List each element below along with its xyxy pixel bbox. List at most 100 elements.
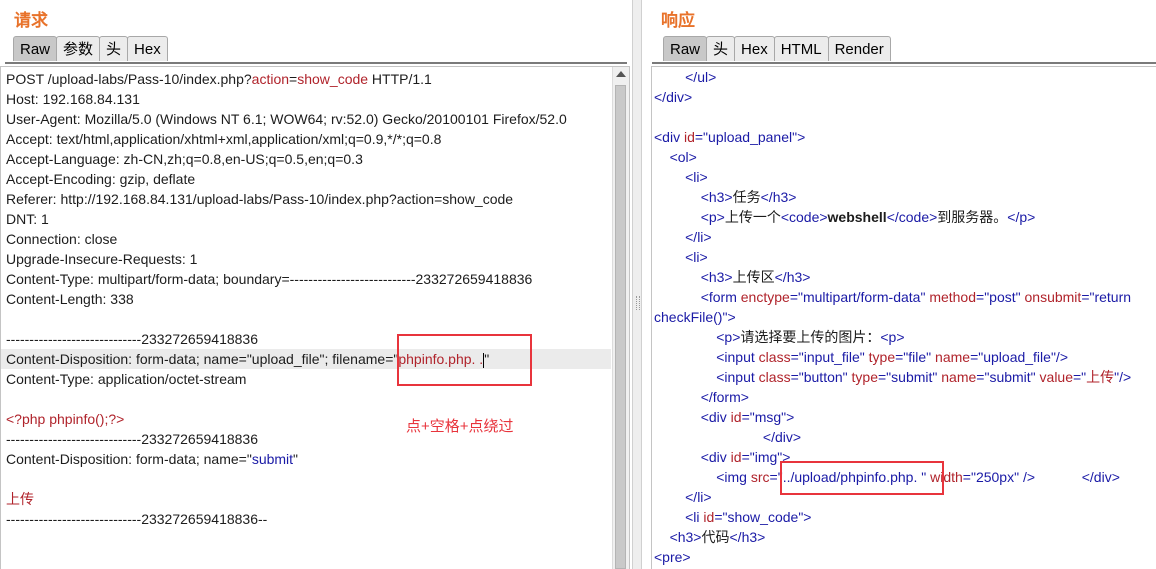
tab-response-4[interactable]: Render: [827, 36, 891, 61]
response-line: <li>: [654, 247, 1156, 267]
response-line: <div id="upload_panel">: [654, 127, 1156, 147]
response-line: </ul>: [654, 67, 1156, 87]
response-line: <p>上传一个<code>webshell</code>到服务器。</p>: [654, 207, 1156, 227]
response-line-segment: 请选择要上传的图片：: [740, 329, 881, 345]
response-line-segment: name: [935, 349, 971, 365]
tab-request-1[interactable]: 参数: [56, 36, 101, 61]
response-line: <h3>代码</h3>: [654, 527, 1156, 547]
request-line: User-Agent: Mozilla/5.0 (Windows NT 6.1;…: [6, 109, 611, 129]
request-line-segment: POST /upload-labs/Pass-10/index.php?: [6, 71, 252, 87]
request-line-segment: Connection: close: [6, 231, 118, 247]
request-line: Connection: close: [6, 229, 611, 249]
response-line: <ol>: [654, 147, 1156, 167]
response-line-segment: <form: [700, 289, 741, 305]
response-line-segment: id: [730, 409, 742, 425]
response-line-segment: msg: [754, 409, 782, 425]
tab-response-3[interactable]: HTML: [773, 36, 829, 61]
scroll-up-arrow-icon[interactable]: [616, 71, 626, 77]
request-line-segment: Content-Length: 338: [6, 291, 134, 307]
response-line-segment: onsubmit: [1024, 289, 1082, 305]
request-scrollbar[interactable]: [612, 67, 629, 569]
response-line-segment: <img: [716, 469, 751, 485]
request-line: POST /upload-labs/Pass-10/index.php?acti…: [6, 69, 611, 89]
response-line-segment: </li>: [685, 229, 712, 245]
response-line-segment: </p>: [1007, 209, 1036, 225]
response-line: checkFile()">: [654, 307, 1156, 327]
request-line-segment: =: [289, 71, 298, 87]
response-line-segment: <p>: [700, 209, 725, 225]
response-line-segment: =": [694, 129, 709, 145]
request-line: Accept-Language: zh-CN,zh;q=0.8,en-US;q=…: [6, 149, 611, 169]
response-line-segment: <h3>: [700, 189, 733, 205]
response-line-segment: =": [895, 349, 909, 365]
request-editor[interactable]: POST /upload-labs/Pass-10/index.php?acti…: [0, 66, 630, 569]
response-line-segment: =": [962, 469, 976, 485]
response-line: <li>: [654, 167, 1156, 187]
request-line: Upgrade-Insecure-Requests: 1: [6, 249, 611, 269]
response-line-segment: " />: [1014, 469, 1036, 485]
request-line: Content-Type: multipart/form-data; bound…: [6, 269, 611, 289]
response-line-segment: type: [851, 369, 878, 385]
request-line-segment: Accept-Encoding: gzip, deflate: [6, 171, 196, 187]
response-line-segment: submit: [891, 369, 933, 385]
response-line-segment: =": [790, 349, 804, 365]
tab-request-0[interactable]: Raw: [13, 36, 58, 61]
response-line-segment: ": [1015, 289, 1025, 305]
request-line-segment: Accept-Language: zh-CN,zh;q=0.8,en-US;q=…: [6, 151, 363, 167]
tab-request-2[interactable]: 头: [99, 36, 129, 61]
response-line: </li>: [654, 227, 1156, 247]
tab-response-2[interactable]: Hex: [734, 36, 775, 61]
tab-response-1[interactable]: 头: [706, 36, 736, 61]
response-line-segment: img: [754, 449, 778, 465]
response-line-segment: file: [908, 349, 927, 365]
response-line-segment: =": [976, 369, 990, 385]
response-line-segment: <div: [700, 409, 731, 425]
response-line-segment: ": [920, 289, 930, 305]
response-line-segment: "/>: [1114, 369, 1132, 385]
request-line-segment: show_code: [297, 71, 369, 87]
response-line-segment: =": [714, 509, 728, 525]
response-tabs: Raw 头 Hex HTML Render: [663, 36, 891, 62]
scroll-thumb[interactable]: [615, 85, 626, 569]
request-line-segment: Content-Disposition: form-data; name=": [6, 451, 252, 467]
tab-request-3[interactable]: Hex: [127, 36, 168, 61]
response-line-segment: </ul>: [685, 69, 717, 85]
response-line-segment: =": [789, 289, 803, 305]
response-line: </form>: [654, 387, 1156, 407]
request-line-segment: Upgrade-Insecure-Requests: 1: [6, 251, 198, 267]
response-line: <form enctype="multipart/form-data" meth…: [654, 287, 1156, 307]
request-line: 上传: [6, 489, 611, 509]
response-line-segment: ": [842, 369, 852, 385]
response-line-segment: <p>: [880, 329, 905, 345]
request-line-segment: <?php phpinfo();?>: [6, 411, 125, 427]
bypass-annotation: 点+空格+点绕过: [406, 418, 514, 435]
response-line-segment: =": [878, 369, 892, 385]
pane-splitter[interactable]: [632, 0, 642, 569]
response-line-segment: ": [926, 349, 936, 365]
response-line-segment: =": [1073, 369, 1087, 385]
response-line: <p>请选择要上传的图片：<p>: [654, 327, 1156, 347]
response-line-segment: </h3>: [760, 189, 797, 205]
splitter-grip-icon[interactable]: [636, 296, 640, 310]
response-line-segment: 上传区: [732, 269, 775, 285]
response-line-segment: id: [683, 129, 695, 145]
response-line-segment: =": [976, 289, 990, 305]
request-pane: 请求 Raw 参数头 Hex POST /upload-labs/Pass-10/i…: [0, 0, 632, 569]
request-line: -----------------------------23327265941…: [6, 429, 611, 449]
response-tab-underline: [652, 62, 1156, 64]
response-line: <li id="show_code">: [654, 507, 1156, 527]
response-line-segment: </h3>: [729, 529, 766, 545]
request-line: Referer: http://192.168.84.131/upload-la…: [6, 189, 611, 209]
response-line-segment: <li>: [685, 249, 708, 265]
tab-response-0[interactable]: Raw: [663, 36, 708, 61]
response-line-segment: name: [941, 369, 977, 385]
response-line-segment: ": [859, 349, 869, 365]
